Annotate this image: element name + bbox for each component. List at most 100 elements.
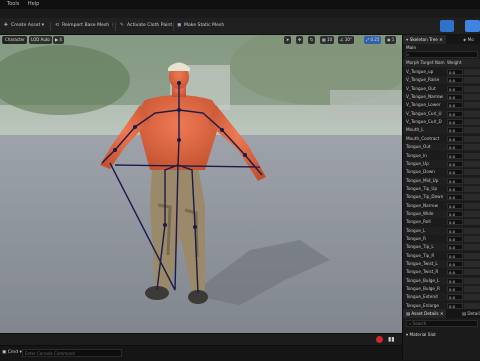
tab-morph-target[interactable]: ◈ Mo bbox=[460, 35, 477, 44]
column-header-name[interactable]: Morph Target Nam bbox=[406, 59, 446, 67]
morph-weight-slider[interactable] bbox=[464, 202, 480, 209]
morph-row[interactable]: Tongue_R 0.0 bbox=[403, 235, 480, 243]
morph-row[interactable]: Tongue_Extend 0.0 bbox=[403, 293, 480, 302]
morph-row[interactable]: Tongue_Up 0.0 bbox=[403, 159, 480, 168]
morph-weight-slider[interactable] bbox=[464, 85, 480, 92]
morph-row[interactable]: V_Tongue_Curl_D 0.0 bbox=[403, 118, 480, 126]
morph-row[interactable]: Mouth_Contract 0.0 bbox=[403, 135, 480, 143]
menu-tools[interactable]: Tools bbox=[7, 1, 19, 7]
morph-row[interactable]: Tongue_L 0.0 bbox=[403, 226, 480, 235]
morph-weight-slider[interactable] bbox=[464, 294, 480, 301]
morph-weight-slider[interactable] bbox=[464, 261, 480, 268]
morph-weight-input[interactable]: 0.0 bbox=[447, 69, 463, 75]
morph-weight-input[interactable]: 0.0 bbox=[447, 185, 463, 192]
morph-row[interactable]: V_Tongue_Curl_U 0.0 bbox=[403, 109, 480, 118]
morph-row[interactable]: Mouth_L 0.0 bbox=[403, 126, 480, 135]
morph-weight-slider[interactable] bbox=[464, 286, 480, 293]
morph-weight-input[interactable]: 0.0 bbox=[447, 127, 463, 134]
morph-row[interactable]: V_Tongue_up 0.0 bbox=[403, 68, 480, 76]
morph-weight-input[interactable]: 0.0 bbox=[447, 277, 463, 284]
select-tool-button[interactable]: ➤ bbox=[284, 36, 292, 44]
morph-row[interactable]: Tongue_Down 0.0 bbox=[403, 168, 480, 176]
morph-row[interactable]: Tongue_Bulge_R 0.0 bbox=[403, 285, 480, 293]
playback-speed-button[interactable]: ▶ 4 bbox=[53, 36, 64, 44]
morph-weight-input[interactable]: 0.0 bbox=[447, 269, 463, 276]
morph-row[interactable]: Tongue_Tip_Up 0.0 bbox=[403, 185, 480, 193]
morph-weight-slider[interactable] bbox=[464, 102, 480, 109]
play-button[interactable]: ▮▮ bbox=[388, 336, 395, 343]
morph-weight-input[interactable]: 0.0 bbox=[447, 194, 463, 201]
morph-row[interactable]: V_Tongue_Out 0.0 bbox=[403, 85, 480, 93]
morph-weight-input[interactable]: 0.0 bbox=[447, 236, 463, 242]
morph-weight-slider[interactable] bbox=[464, 169, 480, 176]
skeleton-mode-button[interactable] bbox=[440, 20, 454, 32]
morph-weight-slider[interactable] bbox=[464, 277, 480, 284]
morph-weight-slider[interactable] bbox=[464, 210, 480, 217]
morph-weight-input[interactable]: 0.0 bbox=[447, 244, 463, 251]
console-input[interactable]: Enter Console Command bbox=[22, 349, 122, 357]
morph-row[interactable]: Tongue_Out 0.0 bbox=[403, 143, 480, 152]
morph-weight-input[interactable]: 0.0 bbox=[447, 177, 463, 184]
mesh-mode-button[interactable] bbox=[465, 20, 480, 32]
morph-weight-slider[interactable] bbox=[464, 219, 480, 226]
character-mode-button[interactable]: Character bbox=[3, 36, 27, 44]
morph-weight-input[interactable]: 0.0 bbox=[447, 294, 463, 301]
material-slots-section[interactable]: ▾ Material Slot bbox=[406, 331, 436, 339]
viewport[interactable] bbox=[0, 35, 402, 335]
morph-weight-input[interactable]: 0.0 bbox=[447, 202, 463, 209]
morph-weight-input[interactable]: 0.0 bbox=[447, 152, 463, 159]
morph-weight-input[interactable]: 0.0 bbox=[447, 302, 463, 309]
morph-row[interactable]: Tongue_Tip_L 0.0 bbox=[403, 243, 480, 252]
morph-row[interactable]: V_Tongue_Raise 0.0 bbox=[403, 76, 480, 85]
morph-weight-input[interactable]: 0.0 bbox=[447, 219, 463, 226]
rotate-tool-button[interactable]: ↻ bbox=[308, 36, 316, 44]
morph-weight-input[interactable]: 0.0 bbox=[447, 252, 463, 259]
morph-row[interactable]: Tongue_Roll 0.0 bbox=[403, 218, 480, 226]
rotation-snap-button[interactable]: ∠ 10° bbox=[338, 36, 354, 44]
morph-row[interactable]: Tongue_Wide 0.0 bbox=[403, 209, 480, 218]
morph-weight-input[interactable]: 0.0 bbox=[447, 102, 463, 109]
menu-help[interactable]: Help bbox=[28, 1, 39, 7]
morph-weight-slider[interactable] bbox=[464, 236, 480, 242]
morph-weight-slider[interactable] bbox=[464, 185, 480, 192]
morph-weight-slider[interactable] bbox=[464, 77, 480, 84]
morph-row[interactable]: V_Tongue_Lower 0.0 bbox=[403, 101, 480, 109]
scale-snap-button[interactable]: ⤢ 0.25 bbox=[364, 36, 382, 44]
morph-weight-input[interactable]: 0.0 bbox=[447, 169, 463, 176]
morph-weight-slider[interactable] bbox=[464, 152, 480, 159]
translate-tool-button[interactable]: ✥ bbox=[296, 36, 304, 44]
morph-weight-input[interactable]: 0.0 bbox=[447, 261, 463, 268]
morph-weight-input[interactable]: 0.0 bbox=[447, 210, 463, 217]
morph-weight-input[interactable]: 0.0 bbox=[447, 227, 463, 234]
lod-dropdown[interactable]: LOD Auto bbox=[29, 36, 52, 44]
morph-weight-slider[interactable] bbox=[464, 269, 480, 276]
morph-weight-slider[interactable] bbox=[464, 69, 480, 75]
morph-weight-input[interactable]: 0.0 bbox=[447, 144, 463, 151]
morph-weight-slider[interactable] bbox=[464, 119, 480, 126]
morph-row[interactable]: Tongue_Twist_L 0.0 bbox=[403, 260, 480, 269]
morph-weight-slider[interactable] bbox=[464, 244, 480, 251]
morph-weight-slider[interactable] bbox=[464, 177, 480, 184]
record-button[interactable] bbox=[376, 336, 383, 343]
morph-weight-input[interactable]: 0.0 bbox=[447, 160, 463, 167]
morph-row[interactable]: Tongue_Tip_R 0.0 bbox=[403, 252, 480, 260]
morph-weight-input[interactable]: 0.0 bbox=[447, 77, 463, 84]
morph-row[interactable]: Tongue_In 0.0 bbox=[403, 152, 480, 160]
morph-row[interactable]: Tongue_Tip_Down 0.0 bbox=[403, 193, 480, 202]
make-static-mesh-button[interactable]: ▣ Make Static Mesh bbox=[177, 21, 224, 31]
reimport-base-mesh-button[interactable]: ⟲ Reimport Base Mesh ⋮ bbox=[55, 21, 115, 31]
morph-weight-input[interactable]: 0.0 bbox=[447, 85, 463, 92]
morph-weight-slider[interactable] bbox=[464, 144, 480, 151]
activate-cloth-paint-button[interactable]: ✎ Activate Cloth Paint bbox=[120, 21, 172, 31]
morph-weight-input[interactable]: 0.0 bbox=[447, 286, 463, 293]
morph-search-input[interactable]: ⌕ bbox=[406, 51, 478, 58]
morph-weight-slider[interactable] bbox=[464, 227, 480, 234]
create-asset-button[interactable]: ✚ Create Asset ▾ bbox=[4, 21, 44, 31]
morph-weight-slider[interactable] bbox=[464, 135, 480, 142]
morph-weight-slider[interactable] bbox=[464, 127, 480, 134]
morph-weight-slider[interactable] bbox=[464, 160, 480, 167]
details-search-input[interactable]: ⌕ Search bbox=[406, 320, 478, 327]
morph-weight-slider[interactable] bbox=[464, 94, 480, 101]
morph-weight-slider[interactable] bbox=[464, 302, 480, 309]
morph-weight-input[interactable]: 0.0 bbox=[447, 110, 463, 117]
